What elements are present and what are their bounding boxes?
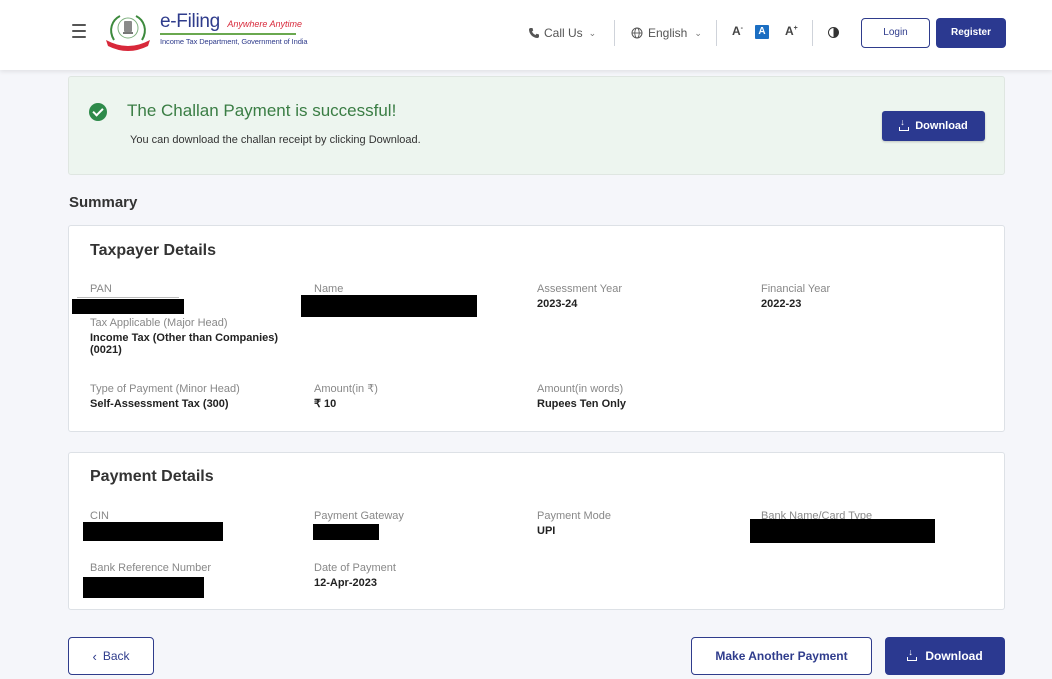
name-value-redacted [301, 295, 477, 317]
pan-underline [77, 297, 179, 298]
download-icon [907, 647, 918, 661]
type-of-payment-value: Self-Assessment Tax (300) [90, 398, 229, 410]
chevron-left-icon: ‹ [92, 648, 97, 664]
amount-field: Amount(in ₹) ₹ 10 [314, 382, 378, 410]
success-title: The Challan Payment is successful! [127, 101, 397, 120]
bank-reference-value-redacted [83, 577, 204, 598]
payment-gateway-value-redacted [313, 524, 379, 540]
date-of-payment-label: Date of Payment [314, 562, 396, 574]
increase-font-button[interactable]: A+ [785, 24, 798, 38]
call-us-dropdown[interactable]: Call Us ⌄ [528, 18, 596, 48]
header-divider [812, 20, 813, 46]
tax-applicable-label: Tax Applicable (Major Head) [90, 317, 228, 329]
pan-label: PAN [90, 283, 112, 295]
pan-field: PAN [90, 282, 112, 296]
payment-details-card: Payment Details CIN Payment Gateway Paym… [68, 452, 1005, 610]
back-label: Back [102, 649, 130, 663]
cin-field: CIN [90, 509, 109, 523]
chevron-down-icon: ⌄ [694, 27, 702, 38]
logo-tagline: Anywhere Anytime [227, 19, 303, 29]
logo-department: Income Tax Department, Government of Ind… [160, 37, 308, 46]
payment-details-title: Payment Details [90, 468, 214, 485]
date-of-payment-field: Date of Payment 12-Apr-2023 [314, 561, 396, 589]
type-of-payment-field: Type of Payment (Minor Head) Self-Assess… [90, 382, 240, 410]
amount-words-field: Amount(in words) Rupees Ten Only [537, 382, 626, 410]
financial-year-field: Financial Year 2022-23 [761, 282, 830, 310]
check-circle-icon [89, 103, 107, 121]
amount-words-value: Rupees Ten Only [537, 398, 627, 410]
make-another-payment-button[interactable]: Make Another Payment [691, 637, 872, 675]
amount-words-label: Amount(in words) [537, 383, 624, 395]
bank-reference-label: Bank Reference Number [90, 562, 212, 574]
bank-reference-field: Bank Reference Number [90, 561, 211, 575]
download-button-bottom[interactable]: Download [885, 637, 1005, 675]
logo-underline [160, 33, 296, 35]
name-label: Name [314, 283, 344, 295]
national-emblem-icon [106, 15, 150, 51]
payment-mode-field: Payment Mode UPI [537, 509, 611, 537]
header-divider [614, 20, 615, 46]
payment-mode-value: UPI [537, 525, 556, 537]
amount-label: Amount(in ₹) [314, 383, 378, 395]
tax-applicable-code: (0021) [90, 344, 122, 356]
date-of-payment-value: 12-Apr-2023 [314, 577, 377, 589]
financial-year-value: 2022-23 [761, 298, 802, 310]
login-button[interactable]: Login [861, 18, 930, 48]
tax-applicable-value: Income Tax (Other than Companies) [90, 332, 279, 344]
taxpayer-details-title: Taxpayer Details [90, 242, 216, 259]
tax-applicable-field: Tax Applicable (Major Head) Income Tax (… [90, 316, 278, 356]
phone-icon [529, 28, 539, 38]
register-button[interactable]: Register [936, 18, 1006, 48]
download-button-top[interactable]: Download [882, 111, 985, 141]
amount-value: ₹ 10 [314, 398, 337, 410]
payment-mode-label: Payment Mode [537, 510, 611, 522]
language-dropdown[interactable]: English ⌄ [631, 18, 702, 48]
top-header: e-Filing Anywhere Anytime Income Tax Dep… [0, 0, 1052, 70]
default-font-button[interactable]: A [755, 25, 769, 39]
assessment-year-label: Assessment Year [537, 283, 622, 295]
financial-year-label: Financial Year [761, 283, 831, 295]
type-of-payment-label: Type of Payment (Minor Head) [90, 383, 240, 395]
download-label: Download [925, 649, 983, 663]
summary-heading: Summary [69, 194, 138, 211]
cin-label: CIN [90, 510, 109, 522]
header-divider [716, 20, 717, 46]
assessment-year-field: Assessment Year 2023-24 [537, 282, 622, 310]
success-subtitle: You can download the challan receipt by … [130, 134, 421, 146]
taxpayer-details-card: Taxpayer Details PAN Name Assessment Yea… [68, 225, 1005, 432]
pan-value-redacted [72, 299, 184, 314]
logo-title: e-Filing [160, 11, 220, 32]
globe-icon [631, 27, 643, 39]
bank-name-value-redacted [750, 519, 935, 543]
chevron-down-icon: ⌄ [588, 27, 597, 38]
download-icon [899, 117, 910, 131]
payment-gateway-label: Payment Gateway [314, 510, 404, 522]
call-us-label: Call Us [544, 26, 583, 40]
hamburger-menu-icon[interactable] [72, 24, 86, 38]
contrast-icon[interactable] [828, 27, 839, 38]
assessment-year-value: 2023-24 [537, 298, 578, 310]
cin-value-redacted [83, 522, 223, 541]
payment-gateway-field: Payment Gateway [314, 509, 404, 523]
decrease-font-button[interactable]: A- [732, 24, 743, 38]
back-button[interactable]: ‹ Back [68, 637, 154, 675]
download-label: Download [915, 120, 968, 132]
efiling-logo[interactable]: e-Filing Anywhere Anytime Income Tax Dep… [160, 11, 308, 46]
language-label: English [648, 26, 688, 40]
name-field: Name [314, 282, 343, 296]
success-banner: The Challan Payment is successful! You c… [68, 76, 1005, 175]
